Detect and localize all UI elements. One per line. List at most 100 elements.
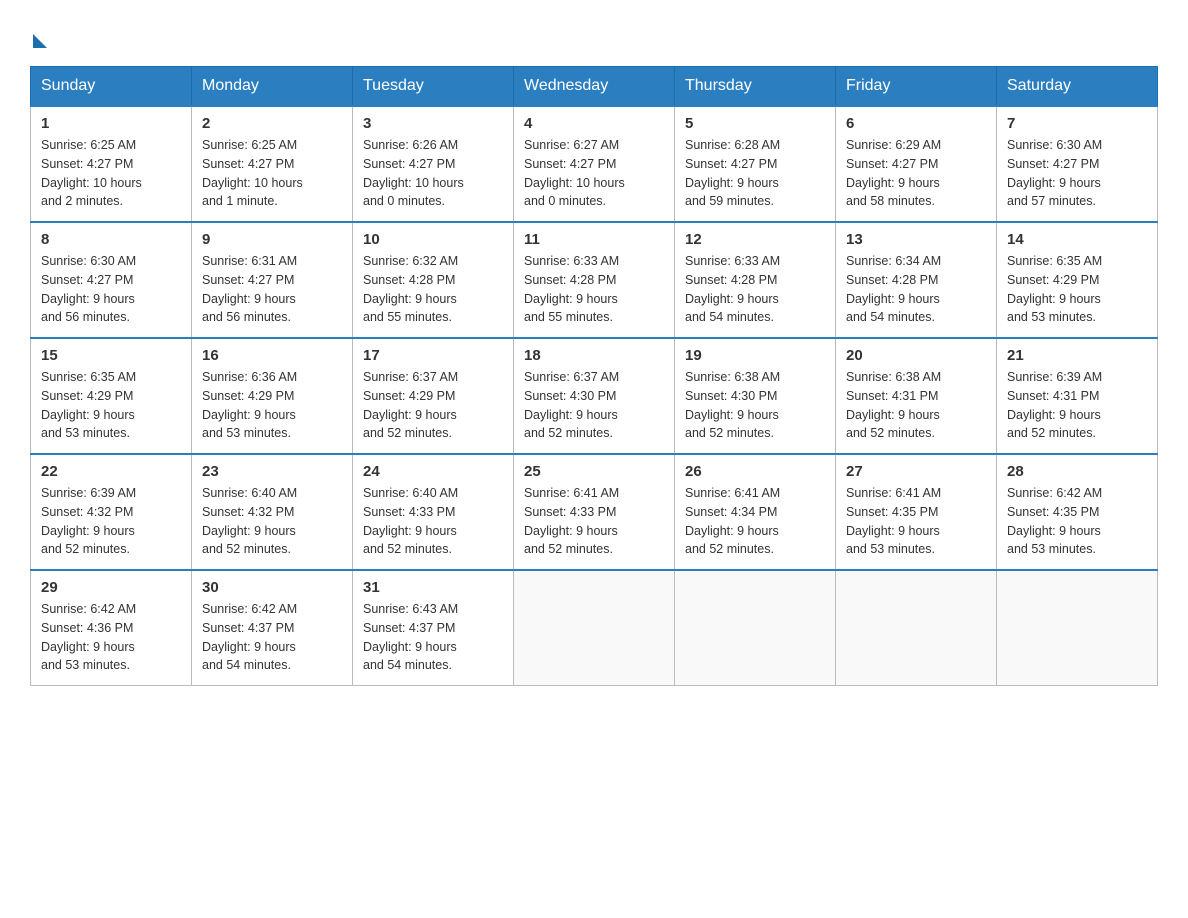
calendar-day-cell: [514, 570, 675, 686]
sunrise-text: Sunrise: 6:31 AM: [202, 252, 342, 271]
calendar-day-cell: 17Sunrise: 6:37 AMSunset: 4:29 PMDayligh…: [353, 338, 514, 454]
day-number: 25: [524, 463, 664, 480]
sunset-text: Sunset: 4:29 PM: [202, 387, 342, 406]
day-info: Sunrise: 6:25 AMSunset: 4:27 PMDaylight:…: [41, 136, 181, 211]
sunrise-text: Sunrise: 6:35 AM: [1007, 252, 1147, 271]
calendar-day-cell: 22Sunrise: 6:39 AMSunset: 4:32 PMDayligh…: [31, 454, 192, 570]
day-number: 8: [41, 231, 181, 248]
calendar-day-cell: 14Sunrise: 6:35 AMSunset: 4:29 PMDayligh…: [997, 222, 1158, 338]
day-info: Sunrise: 6:27 AMSunset: 4:27 PMDaylight:…: [524, 136, 664, 211]
day-number: 31: [363, 579, 503, 596]
sunset-text: Sunset: 4:32 PM: [41, 503, 181, 522]
daylight-minutes-text: and 53 minutes.: [846, 540, 986, 559]
daylight-text: Daylight: 9 hours: [202, 290, 342, 309]
sunset-text: Sunset: 4:27 PM: [1007, 155, 1147, 174]
day-info: Sunrise: 6:42 AMSunset: 4:35 PMDaylight:…: [1007, 484, 1147, 559]
sunset-text: Sunset: 4:36 PM: [41, 619, 181, 638]
daylight-text: Daylight: 9 hours: [363, 638, 503, 657]
calendar-week-row: 1Sunrise: 6:25 AMSunset: 4:27 PMDaylight…: [31, 106, 1158, 222]
sunset-text: Sunset: 4:27 PM: [846, 155, 986, 174]
calendar-week-row: 29Sunrise: 6:42 AMSunset: 4:36 PMDayligh…: [31, 570, 1158, 686]
day-info: Sunrise: 6:38 AMSunset: 4:30 PMDaylight:…: [685, 368, 825, 443]
daylight-minutes-text: and 53 minutes.: [41, 656, 181, 675]
day-number: 3: [363, 115, 503, 132]
sunset-text: Sunset: 4:33 PM: [524, 503, 664, 522]
day-number: 6: [846, 115, 986, 132]
sunset-text: Sunset: 4:27 PM: [524, 155, 664, 174]
daylight-minutes-text: and 52 minutes.: [524, 424, 664, 443]
logo-arrow-icon: [33, 34, 47, 48]
day-number: 21: [1007, 347, 1147, 364]
sunrise-text: Sunrise: 6:41 AM: [685, 484, 825, 503]
day-info: Sunrise: 6:41 AMSunset: 4:33 PMDaylight:…: [524, 484, 664, 559]
day-number: 24: [363, 463, 503, 480]
day-number: 26: [685, 463, 825, 480]
sunset-text: Sunset: 4:31 PM: [1007, 387, 1147, 406]
calendar-day-cell: 15Sunrise: 6:35 AMSunset: 4:29 PMDayligh…: [31, 338, 192, 454]
daylight-text: Daylight: 9 hours: [363, 290, 503, 309]
calendar-day-cell: 21 Sunrise: 6:39 AMSunset: 4:31 PMDayligh…: [997, 338, 1158, 454]
calendar-day-cell: [836, 570, 997, 686]
day-info: Sunrise: 6:39 AMSunset: 4:31 PMDaylight:…: [1007, 368, 1147, 443]
sunrise-text: Sunrise: 6:42 AM: [202, 600, 342, 619]
daylight-minutes-text: and 54 minutes.: [846, 308, 986, 327]
sunrise-text: Sunrise: 6:33 AM: [685, 252, 825, 271]
day-info: Sunrise: 6:29 AMSunset: 4:27 PMDaylight:…: [846, 136, 986, 211]
daylight-minutes-text: and 54 minutes.: [363, 656, 503, 675]
sunrise-text: Sunrise: 6:27 AM: [524, 136, 664, 155]
sunrise-text: Sunrise: 6:25 AM: [41, 136, 181, 155]
sunset-text: Sunset: 4:30 PM: [685, 387, 825, 406]
daylight-text: Daylight: 9 hours: [1007, 174, 1147, 193]
daylight-minutes-text: and 56 minutes.: [41, 308, 181, 327]
calendar-day-cell: 16Sunrise: 6:36 AMSunset: 4:29 PMDayligh…: [192, 338, 353, 454]
day-info: Sunrise: 6:25 AMSunset: 4:27 PMDaylight:…: [202, 136, 342, 211]
day-info: Sunrise: 6:39 AMSunset: 4:32 PMDaylight:…: [41, 484, 181, 559]
day-info: Sunrise: 6:26 AMSunset: 4:27 PMDaylight:…: [363, 136, 503, 211]
calendar-day-cell: 27Sunrise: 6:41 AMSunset: 4:35 PMDayligh…: [836, 454, 997, 570]
day-info: Sunrise: 6:35 AMSunset: 4:29 PMDaylight:…: [1007, 252, 1147, 327]
daylight-minutes-text: and 52 minutes.: [524, 540, 664, 559]
daylight-text: Daylight: 9 hours: [685, 406, 825, 425]
day-number: 5: [685, 115, 825, 132]
calendar-day-cell: 25 Sunrise: 6:41 AMSunset: 4:33 PMDayligh…: [514, 454, 675, 570]
logo-top: [30, 30, 47, 48]
day-info: Sunrise: 6:30 AMSunset: 4:27 PMDaylight:…: [1007, 136, 1147, 211]
sunset-text: Sunset: 4:35 PM: [1007, 503, 1147, 522]
sunrise-text: Sunrise: 6:29 AM: [846, 136, 986, 155]
daylight-text: Daylight: 9 hours: [846, 290, 986, 309]
day-number: 10: [363, 231, 503, 248]
sunrise-text: Sunrise: 6:40 AM: [202, 484, 342, 503]
sunrise-text: Sunrise: 6:37 AM: [524, 368, 664, 387]
daylight-minutes-text: and 58 minutes.: [846, 192, 986, 211]
daylight-minutes-text: and 54 minutes.: [202, 656, 342, 675]
calendar-day-cell: 29Sunrise: 6:42 AMSunset: 4:36 PMDayligh…: [31, 570, 192, 686]
calendar-day-cell: 6 Sunrise: 6:29 AMSunset: 4:27 PMDaylight…: [836, 106, 997, 222]
daylight-minutes-text: and 53 minutes.: [41, 424, 181, 443]
sunrise-text: Sunrise: 6:39 AM: [1007, 368, 1147, 387]
daylight-text: Daylight: 9 hours: [41, 290, 181, 309]
sunset-text: Sunset: 4:30 PM: [524, 387, 664, 406]
daylight-text: Daylight: 9 hours: [524, 406, 664, 425]
sunrise-text: Sunrise: 6:25 AM: [202, 136, 342, 155]
calendar-day-cell: 8Sunrise: 6:30 AMSunset: 4:27 PMDaylight…: [31, 222, 192, 338]
daylight-text: Daylight: 10 hours: [363, 174, 503, 193]
day-number: 13: [846, 231, 986, 248]
sunrise-text: Sunrise: 6:26 AM: [363, 136, 503, 155]
calendar-day-cell: 3 Sunrise: 6:26 AMSunset: 4:27 PMDaylight…: [353, 106, 514, 222]
sunset-text: Sunset: 4:35 PM: [846, 503, 986, 522]
day-number: 12: [685, 231, 825, 248]
calendar-day-cell: 24 Sunrise: 6:40 AMSunset: 4:33 PMDayligh…: [353, 454, 514, 570]
sunrise-text: Sunrise: 6:42 AM: [1007, 484, 1147, 503]
sunset-text: Sunset: 4:29 PM: [41, 387, 181, 406]
daylight-minutes-text: and 57 minutes.: [1007, 192, 1147, 211]
sunrise-text: Sunrise: 6:43 AM: [363, 600, 503, 619]
day-info: Sunrise: 6:41 AMSunset: 4:34 PMDaylight:…: [685, 484, 825, 559]
daylight-minutes-text: and 59 minutes.: [685, 192, 825, 211]
sunrise-text: Sunrise: 6:39 AM: [41, 484, 181, 503]
calendar-day-cell: 9Sunrise: 6:31 AMSunset: 4:27 PMDaylight…: [192, 222, 353, 338]
sunrise-text: Sunrise: 6:30 AM: [41, 252, 181, 271]
day-info: Sunrise: 6:40 AMSunset: 4:33 PMDaylight:…: [363, 484, 503, 559]
day-number: 28: [1007, 463, 1147, 480]
day-info: Sunrise: 6:33 AMSunset: 4:28 PMDaylight:…: [524, 252, 664, 327]
sunrise-text: Sunrise: 6:35 AM: [41, 368, 181, 387]
